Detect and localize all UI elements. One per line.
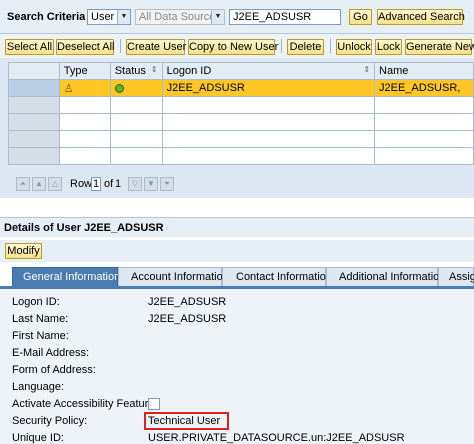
total-rows: 1 xyxy=(115,178,122,190)
logon-id-cell: J2EE_ADSUSR xyxy=(161,79,376,97)
field-last-name: Last Name: J2EE_ADSUSR xyxy=(12,313,227,325)
tab-assignments[interactable]: Assig xyxy=(438,267,474,287)
tab-contact-information[interactable]: Contact Information xyxy=(222,267,332,287)
column-header-status[interactable]: Status ⇕ xyxy=(109,62,163,80)
field-language: Language: xyxy=(12,381,64,393)
search-criteria-bar: Search Criteria User ▼ All Data Sources … xyxy=(0,0,474,34)
status-ok-icon xyxy=(114,83,124,93)
type-cell: ♙ xyxy=(58,79,111,97)
search-type-select[interactable]: User ▼ xyxy=(87,9,131,25)
table-row[interactable] xyxy=(8,113,474,131)
modify-button[interactable]: Modify xyxy=(5,243,42,259)
unique-id-value: USER.PRIVATE_DATASOURCE.un:J2EE_ADSUSR xyxy=(148,432,405,444)
column-header-name[interactable]: Name xyxy=(374,62,474,80)
status-cell xyxy=(109,79,163,97)
previous-row-icon[interactable]: △ xyxy=(48,177,62,191)
lock-button[interactable]: Lock xyxy=(375,39,402,55)
of-label: of xyxy=(104,178,114,190)
field-security-policy: Security Policy: Technical User xyxy=(12,412,472,430)
go-button[interactable]: Go xyxy=(349,9,372,25)
select-all-button[interactable]: Select All xyxy=(5,39,54,55)
last-page-icon[interactable]: ⏷ xyxy=(160,177,174,191)
user-table: Type Status ⇕ Logon ID ⇕ Name ♙ J2EE_ADSUS… xyxy=(8,62,474,165)
tab-general-information[interactable]: General Information xyxy=(12,267,120,287)
table-pager: ⏶ ▲ △ Row 1 of 1 ▽ ▼ ⏷ xyxy=(8,177,474,193)
sort-icon[interactable]: ⇕ xyxy=(151,65,158,74)
row-selector[interactable] xyxy=(8,147,60,165)
field-email: E-Mail Address: xyxy=(12,347,90,359)
toolbar-divider xyxy=(120,39,121,53)
previous-page-icon[interactable]: ▲ xyxy=(32,177,46,191)
data-source-select[interactable]: All Data Sources ▼ xyxy=(135,9,225,25)
deselect-all-button[interactable]: Deselect All xyxy=(56,39,114,55)
table-row[interactable]: ♙ J2EE_ADSUSR J2EE_ADSUSR, xyxy=(8,79,474,97)
row-selector[interactable] xyxy=(8,130,60,148)
user-toolbar: Select All Deselect All Create User Copy… xyxy=(0,34,474,58)
toolbar-divider xyxy=(281,39,282,53)
advanced-search-button[interactable]: Advanced Search xyxy=(377,9,465,25)
table-row[interactable] xyxy=(8,96,474,114)
data-source-value: All Data Sources xyxy=(139,11,221,23)
search-input[interactable] xyxy=(229,9,341,25)
unlock-button[interactable]: Unlock xyxy=(336,39,372,55)
next-page-icon[interactable]: ▼ xyxy=(144,177,158,191)
last-name-value: J2EE_ADSUSR xyxy=(148,313,227,325)
sort-icon[interactable]: ⇕ xyxy=(363,65,370,74)
column-header-logon-id[interactable]: Logon ID ⇕ xyxy=(161,62,376,80)
details-title: Details of User J2EE_ADSUSR xyxy=(0,217,474,237)
user-table-area: Type Status ⇕ Logon ID ⇕ Name ♙ J2EE_ADSUS… xyxy=(0,58,474,198)
highlight-callout-box xyxy=(144,412,229,430)
first-page-icon[interactable]: ⏶ xyxy=(16,177,30,191)
details-tabs: General Information Account Information … xyxy=(0,265,474,287)
row-number-input[interactable]: 1 xyxy=(91,177,101,191)
row-label: Row xyxy=(70,178,93,190)
toolbar-divider xyxy=(330,39,331,53)
name-cell: J2EE_ADSUSR, xyxy=(374,79,474,97)
table-header-row: Type Status ⇕ Logon ID ⇕ Name xyxy=(8,62,474,80)
row-selector[interactable] xyxy=(8,113,60,131)
general-information-panel: Logon ID: J2EE_ADSUSR Last Name: J2EE_AD… xyxy=(0,286,474,444)
field-form-of-address: Form of Address: xyxy=(12,364,96,376)
next-row-icon[interactable]: ▽ xyxy=(128,177,142,191)
field-logon-id: Logon ID: J2EE_ADSUSR xyxy=(12,296,227,308)
field-unique-id: Unique ID: USER.PRIVATE_DATASOURCE.un:J2… xyxy=(12,432,405,444)
create-user-button[interactable]: Create User xyxy=(126,39,186,55)
tab-additional-information[interactable]: Additional Information xyxy=(326,267,445,287)
chevron-down-icon[interactable]: ▼ xyxy=(211,10,224,24)
tab-account-information[interactable]: Account Information xyxy=(118,267,229,287)
row-selector[interactable] xyxy=(8,96,60,114)
copy-to-new-user-button[interactable]: Copy to New User xyxy=(188,39,278,55)
row-selector[interactable] xyxy=(8,79,60,97)
search-type-value: User xyxy=(91,11,115,23)
selector-header[interactable] xyxy=(8,62,60,80)
table-row[interactable] xyxy=(8,130,474,148)
field-first-name: First Name: xyxy=(12,330,69,342)
user-icon: ♙ xyxy=(63,82,74,95)
generate-new-button[interactable]: Generate New xyxy=(405,39,474,55)
search-criteria-label: Search Criteria xyxy=(7,11,86,23)
accessibility-checkbox[interactable] xyxy=(148,398,160,410)
logon-id-value: J2EE_ADSUSR xyxy=(148,296,227,308)
delete-button[interactable]: Delete xyxy=(287,39,324,55)
field-accessibility: Activate Accessibility Feature: xyxy=(12,398,472,413)
details-toolbar: Modify xyxy=(0,240,474,262)
table-row[interactable] xyxy=(8,147,474,165)
chevron-down-icon[interactable]: ▼ xyxy=(117,10,130,24)
column-header-type[interactable]: Type xyxy=(58,62,111,80)
